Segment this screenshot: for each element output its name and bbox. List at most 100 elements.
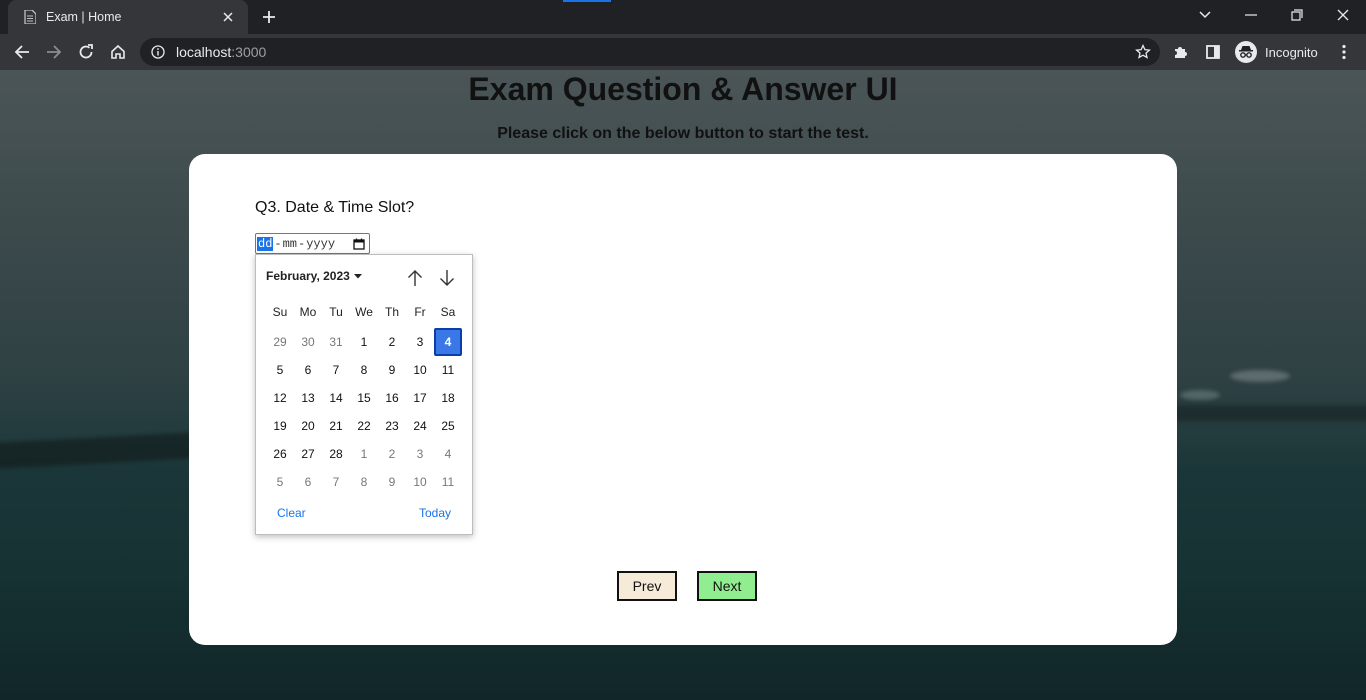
- calendar-day[interactable]: 24: [406, 412, 434, 440]
- calendar-day[interactable]: 10: [406, 356, 434, 384]
- incognito-icon: [1235, 41, 1257, 63]
- calendar-day[interactable]: 13: [294, 384, 322, 412]
- weekday-label: Fr: [414, 305, 426, 319]
- tab-search-icon[interactable]: [1192, 4, 1218, 26]
- calendar-day[interactable]: 21: [322, 412, 350, 440]
- minimize-icon[interactable]: [1238, 4, 1264, 26]
- back-icon[interactable]: [8, 38, 36, 66]
- address-bar[interactable]: localhost:3000: [140, 38, 1160, 66]
- prev-button[interactable]: Prev: [617, 571, 677, 601]
- calendar-day[interactable]: 6: [294, 356, 322, 384]
- weekday-label: We: [355, 305, 373, 319]
- browser-tab[interactable]: Exam | Home: [8, 0, 248, 34]
- calendar-day[interactable]: 1: [350, 440, 378, 468]
- today-button[interactable]: Today: [419, 506, 451, 520]
- tab-indicator: [563, 0, 611, 2]
- calendar-day[interactable]: 8: [350, 356, 378, 384]
- calendar-day[interactable]: 15: [350, 384, 378, 412]
- calendar-day[interactable]: 30: [294, 328, 322, 356]
- weekday-label: Sa: [440, 305, 456, 319]
- background-light: [1180, 390, 1220, 400]
- home-icon[interactable]: [104, 38, 132, 66]
- info-icon[interactable]: [150, 44, 166, 60]
- calendar-day[interactable]: 7: [322, 468, 350, 496]
- calendar-day[interactable]: 8: [350, 468, 378, 496]
- question-card: Q3. Date & Time Slot? dd - mm - yyyy Februar…: [189, 154, 1177, 645]
- url-host: localhost: [176, 44, 232, 60]
- document-icon: [22, 9, 38, 25]
- date-separator: -: [274, 236, 282, 251]
- calendar-day[interactable]: 29: [266, 328, 294, 356]
- date-year-segment[interactable]: yyyy: [306, 237, 335, 251]
- calendar-day[interactable]: 3: [406, 328, 434, 356]
- calendar-day[interactable]: 2: [378, 328, 406, 356]
- weekday-header-row: Su Mo Tu We Th Fr Sa: [266, 305, 462, 319]
- caret-down-icon: [353, 273, 362, 279]
- calendar-day[interactable]: 2: [378, 440, 406, 468]
- calendar-day[interactable]: 6: [294, 468, 322, 496]
- date-month-segment[interactable]: mm: [283, 237, 297, 251]
- extensions-puzzle-icon[interactable]: [1167, 38, 1195, 66]
- calendar-day[interactable]: 18: [434, 384, 462, 412]
- new-tab-button[interactable]: [258, 6, 280, 28]
- calendar-day[interactable]: 1: [350, 328, 378, 356]
- calendar-day[interactable]: 17: [406, 384, 434, 412]
- browser-menu-icon[interactable]: [1330, 38, 1358, 66]
- date-picker-popup: February, 2023 Su Mo Tu We Th Fr Sa 29 30 31 1 2 3 4…: [255, 254, 473, 535]
- incognito-label: Incognito: [1265, 44, 1318, 60]
- calendar-day[interactable]: 9: [378, 468, 406, 496]
- browser-toolbar: localhost:3000 Incognito: [0, 34, 1366, 70]
- page-title: Exam Question & Answer UI: [468, 71, 898, 107]
- calendar-day[interactable]: 14: [322, 384, 350, 412]
- incognito-profile-button[interactable]: Incognito: [1233, 38, 1328, 66]
- weekday-label: Mo: [299, 305, 317, 319]
- date-input[interactable]: dd - mm - yyyy: [255, 233, 370, 254]
- calendar-day[interactable]: 28: [322, 440, 350, 468]
- calendar-day-grid: 29 30 31 1 2 3 4 5 6 7 8 9 10 11 12 13 14 15 16 17 18 19 20 21 2…: [266, 328, 462, 496]
- restore-icon[interactable]: [1284, 4, 1310, 26]
- calendar-day[interactable]: 12: [266, 384, 294, 412]
- clear-button[interactable]: Clear: [277, 506, 306, 520]
- url-port: :3000: [231, 44, 267, 60]
- calendar-day[interactable]: 5: [266, 468, 294, 496]
- side-panel-icon[interactable]: [1199, 38, 1227, 66]
- page-subtitle: Please click on the below button to star…: [497, 125, 869, 142]
- calendar-day[interactable]: 9: [378, 356, 406, 384]
- date-day-segment[interactable]: dd: [257, 236, 274, 251]
- calendar-day-selected[interactable]: 4: [434, 328, 462, 356]
- background-light: [1230, 370, 1290, 382]
- previous-month-arrow-up-icon[interactable]: [404, 267, 426, 289]
- next-button[interactable]: Next: [697, 571, 757, 601]
- calendar-day[interactable]: 19: [266, 412, 294, 440]
- calendar-day[interactable]: 3: [406, 440, 434, 468]
- calendar-day[interactable]: 20: [294, 412, 322, 440]
- calendar-day[interactable]: 16: [378, 384, 406, 412]
- calendar-day[interactable]: 31: [322, 328, 350, 356]
- calendar-day[interactable]: 27: [294, 440, 322, 468]
- calendar-day[interactable]: 10: [406, 468, 434, 496]
- bookmark-star-icon[interactable]: [1134, 43, 1152, 61]
- month-year-selector[interactable]: February, 2023: [266, 269, 362, 283]
- calendar-day[interactable]: 4: [434, 440, 462, 468]
- calendar-day[interactable]: 11: [434, 356, 462, 384]
- browser-tab-strip: Exam | Home: [0, 0, 1366, 34]
- reload-icon[interactable]: [72, 38, 100, 66]
- next-month-arrow-down-icon[interactable]: [436, 267, 458, 289]
- page-viewport: Exam Question & Answer UI Please click o…: [0, 70, 1366, 700]
- calendar-icon[interactable]: [352, 237, 366, 251]
- calendar-day[interactable]: 23: [378, 412, 406, 440]
- calendar-day[interactable]: 11: [434, 468, 462, 496]
- tab-close-icon[interactable]: [218, 7, 238, 27]
- forward-icon[interactable]: [40, 38, 68, 66]
- close-window-icon[interactable]: [1330, 4, 1356, 26]
- calendar-day[interactable]: 26: [266, 440, 294, 468]
- weekday-label: Tu: [329, 305, 343, 319]
- date-separator: -: [298, 236, 306, 251]
- tab-title: Exam | Home: [46, 10, 122, 24]
- question-text: Q3. Date & Time Slot?: [255, 199, 415, 216]
- calendar-day[interactable]: 25: [434, 412, 462, 440]
- calendar-day[interactable]: 22: [350, 412, 378, 440]
- calendar-day[interactable]: 7: [322, 356, 350, 384]
- month-year-label: February, 2023: [266, 269, 350, 283]
- calendar-day[interactable]: 5: [266, 356, 294, 384]
